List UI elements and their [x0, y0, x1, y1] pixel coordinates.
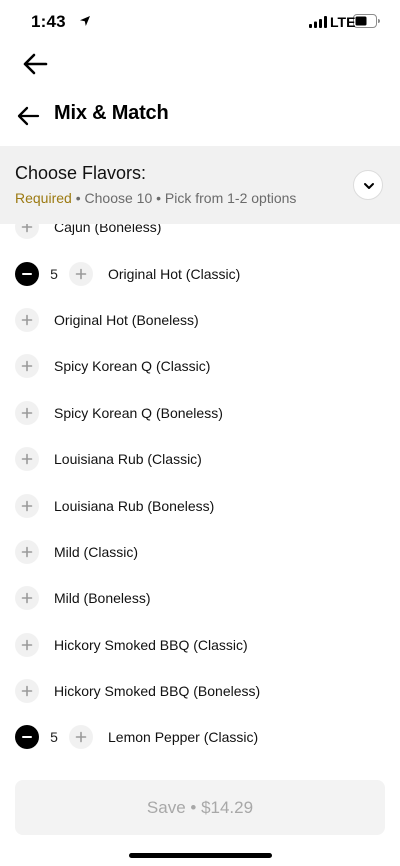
plus-icon: [21, 500, 33, 512]
decrease-button[interactable]: [15, 725, 39, 750]
plus-icon: [75, 731, 87, 743]
flavor-label: Mild (Boneless): [54, 590, 151, 607]
flavor-label: Original Hot (Boneless): [54, 311, 199, 328]
chevron-down-icon: [364, 183, 374, 189]
increase-button[interactable]: [15, 400, 39, 425]
section-header: Choose Flavors: Required • Choose 10 • P…: [0, 146, 400, 224]
section-subtitle: Required • Choose 10 • Pick from 1-2 opt…: [15, 190, 296, 206]
plus-icon: [21, 453, 33, 465]
plus-icon: [21, 407, 33, 419]
flavor-option-row: Hickory Smoked BBQ (Classic): [0, 622, 400, 668]
required-label: Required: [15, 190, 72, 206]
page-title: Mix & Match: [54, 102, 169, 124]
plus-icon: [21, 314, 33, 326]
flavor-option-row: Mild (Boneless): [0, 575, 400, 621]
plus-icon: [21, 360, 33, 372]
flavor-option-row: Mild (Classic): [0, 529, 400, 575]
flavor-label: Original Hot (Classic): [108, 265, 241, 282]
status-time: 1:43: [31, 12, 66, 31]
flavor-label: Hickory Smoked BBQ (Boneless): [54, 683, 261, 700]
flavor-label: Louisiana Rub (Classic): [54, 451, 202, 468]
quantity-value: 5: [50, 265, 58, 282]
save-button[interactable]: Save • $14.29: [15, 780, 385, 835]
status-bar: 1:43 LTE: [0, 0, 400, 44]
plus-icon: [21, 685, 33, 697]
flavor-option-row: Cajun (Boneless): [0, 224, 400, 250]
flavor-label: Lemon Pepper (Classic): [108, 729, 259, 746]
flavor-option-row: Spicy Korean Q (Classic): [0, 343, 400, 389]
location-arrow-icon: [80, 16, 90, 26]
increase-button[interactable]: [15, 679, 39, 704]
increase-button[interactable]: [15, 586, 39, 611]
increase-button[interactable]: [69, 725, 93, 750]
flavor-option-row: Original Hot (Boneless): [0, 297, 400, 343]
flavor-label: Spicy Korean Q (Classic): [54, 358, 211, 375]
flavor-label: Spicy Korean Q (Boneless): [54, 404, 223, 421]
network-label: LTE: [330, 14, 356, 30]
signal-bars-icon: [309, 16, 327, 28]
increase-button[interactable]: [15, 354, 39, 379]
collapse-button[interactable]: [353, 170, 383, 200]
plus-icon: [21, 546, 33, 558]
flavor-label: Hickory Smoked BBQ (Classic): [54, 636, 248, 653]
section-details: • Choose 10 • Pick from 1-2 options: [71, 190, 297, 206]
increase-button[interactable]: [15, 307, 39, 332]
flavor-option-row: Spicy Korean Q (Boneless): [0, 390, 400, 436]
increase-button[interactable]: [15, 493, 39, 518]
flavor-option-row: Hickory Smoked BBQ (Boneless): [0, 668, 400, 714]
quantity-value: 5: [50, 729, 58, 746]
increase-button[interactable]: [69, 261, 93, 286]
flavor-list[interactable]: Cajun (Boneless) 5 Original Hot (Classic) O…: [0, 224, 400, 780]
back-arrow-icon[interactable]: [22, 52, 48, 76]
plus-icon: [21, 592, 33, 604]
increase-button[interactable]: [15, 539, 39, 564]
increase-button[interactable]: [15, 447, 39, 472]
minus-icon: [21, 268, 33, 280]
header-back-icon[interactable]: [16, 105, 40, 127]
plus-icon: [75, 268, 87, 280]
flavor-option-row: 5 Original Hot (Classic): [0, 250, 400, 296]
flavor-option-row: Louisiana Rub (Classic): [0, 436, 400, 482]
flavor-label: Mild (Classic): [54, 543, 138, 560]
battery-icon: [353, 14, 380, 28]
flavor-label: Cajun (Boneless): [54, 224, 162, 236]
increase-button[interactable]: [15, 632, 39, 657]
home-indicator: [129, 853, 272, 858]
increase-button[interactable]: [15, 224, 39, 240]
plus-icon: [21, 639, 33, 651]
flavor-option-row: Louisiana Rub (Boneless): [0, 482, 400, 528]
flavor-label: Louisiana Rub (Boneless): [54, 497, 215, 514]
minus-icon: [21, 731, 33, 743]
section-title: Choose Flavors:: [15, 163, 147, 183]
flavor-option-row: 5 Lemon Pepper (Classic): [0, 714, 400, 760]
decrease-button[interactable]: [15, 261, 39, 286]
plus-icon: [21, 224, 33, 233]
